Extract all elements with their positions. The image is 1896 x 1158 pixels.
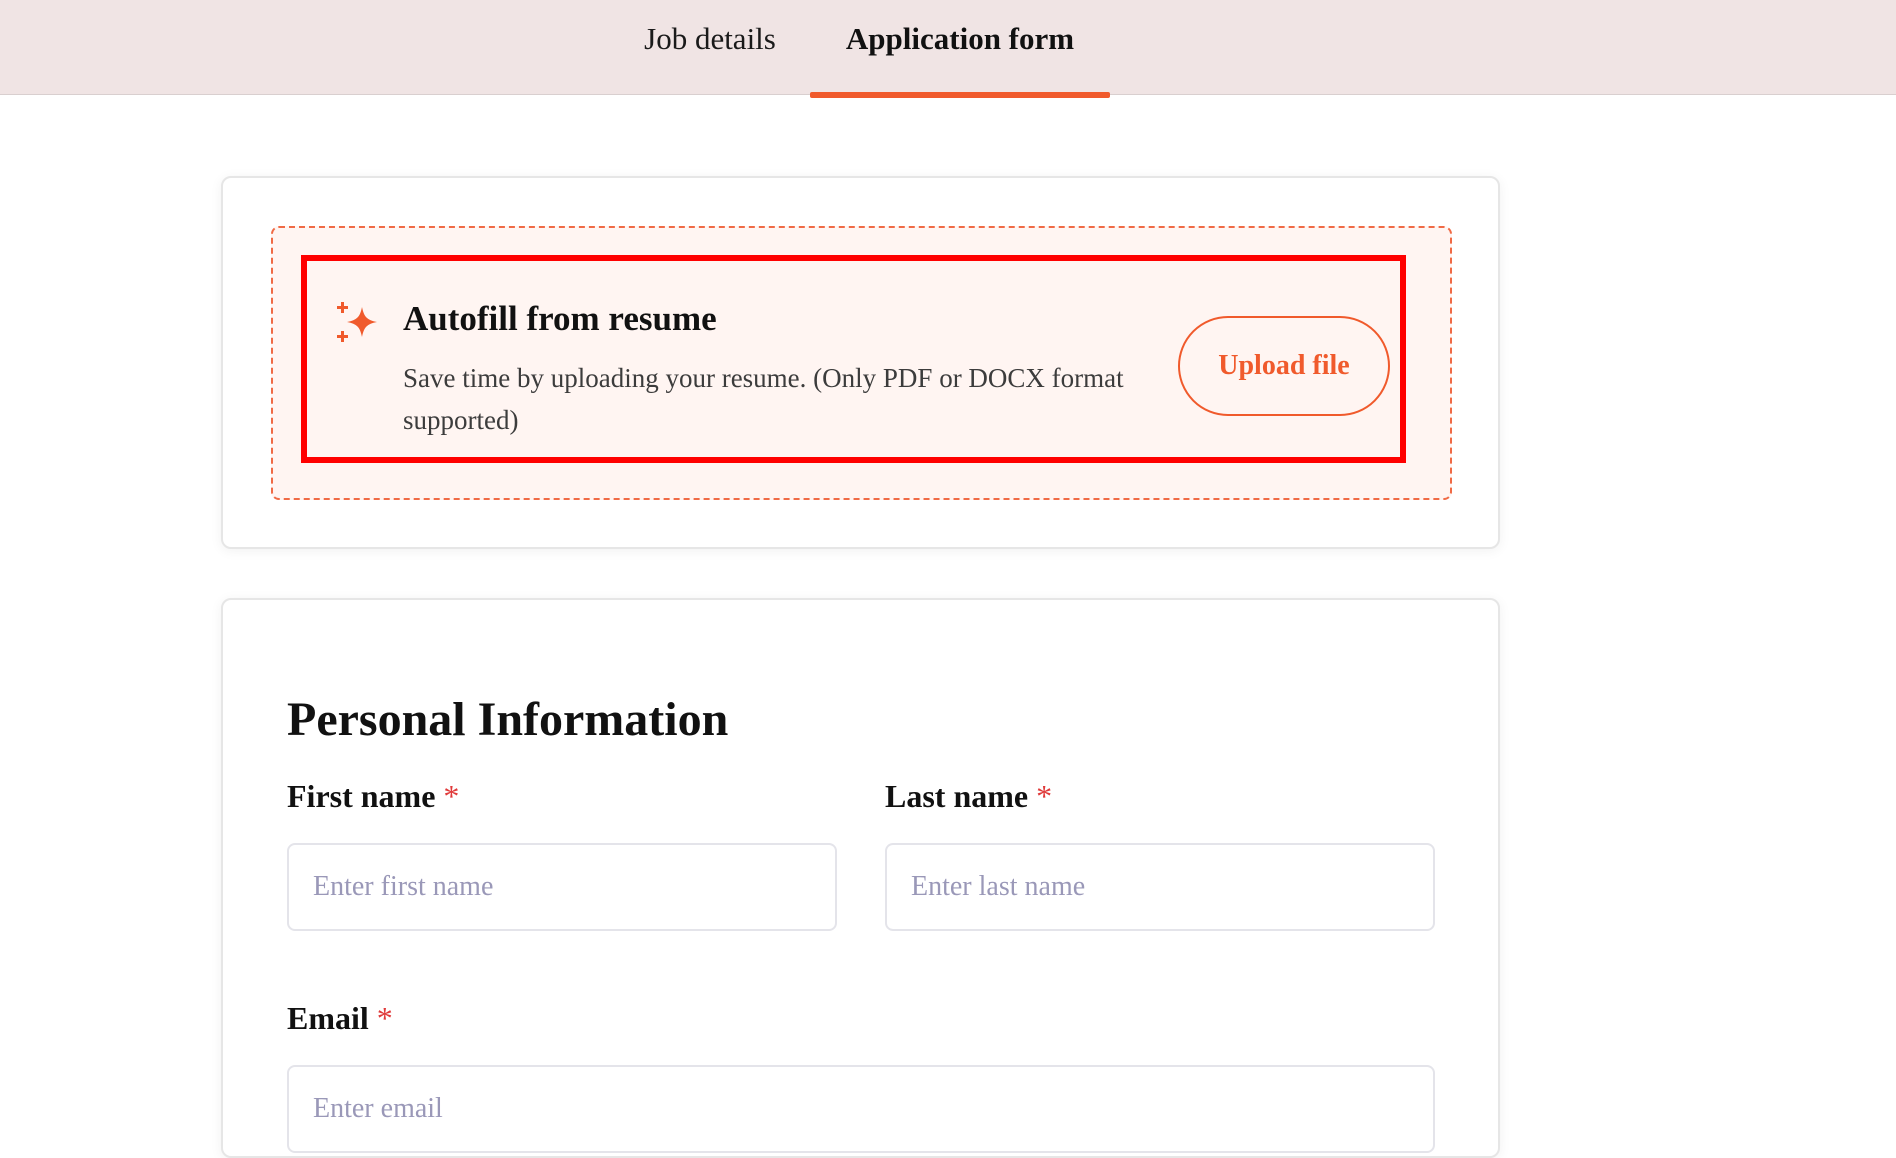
required-asterisk: * xyxy=(1036,778,1053,814)
first-name-input[interactable] xyxy=(287,843,837,931)
first-name-label: First name * xyxy=(287,778,459,815)
first-name-label-text: First name xyxy=(287,778,436,814)
email-label-text: Email xyxy=(287,1000,369,1036)
highlight-box: Autofill from resume Save time by upload… xyxy=(301,255,1406,463)
tab-application-form[interactable]: Application form xyxy=(810,0,1110,98)
last-name-label: Last name * xyxy=(885,778,1052,815)
email-label: Email * xyxy=(287,1000,393,1037)
tab-bar: Job details Application form xyxy=(0,0,1896,98)
personal-information-card: Personal Information First name * Last n… xyxy=(221,598,1500,1158)
autofill-card: Autofill from resume Save time by upload… xyxy=(221,176,1500,549)
required-asterisk: * xyxy=(443,778,460,814)
last-name-input[interactable] xyxy=(885,843,1435,931)
last-name-label-text: Last name xyxy=(885,778,1029,814)
required-asterisk: * xyxy=(376,1000,393,1036)
sparkle-icon xyxy=(337,302,377,342)
email-input[interactable] xyxy=(287,1065,1435,1153)
autofill-title: Autofill from resume xyxy=(403,299,717,338)
section-title: Personal Information xyxy=(287,693,729,746)
upload-file-button[interactable]: Upload file xyxy=(1178,316,1390,416)
autofill-description: Save time by uploading your resume. (Onl… xyxy=(403,363,1124,435)
tab-job-details[interactable]: Job details xyxy=(620,0,800,98)
resume-drop-zone[interactable]: Autofill from resume Save time by upload… xyxy=(271,226,1452,500)
